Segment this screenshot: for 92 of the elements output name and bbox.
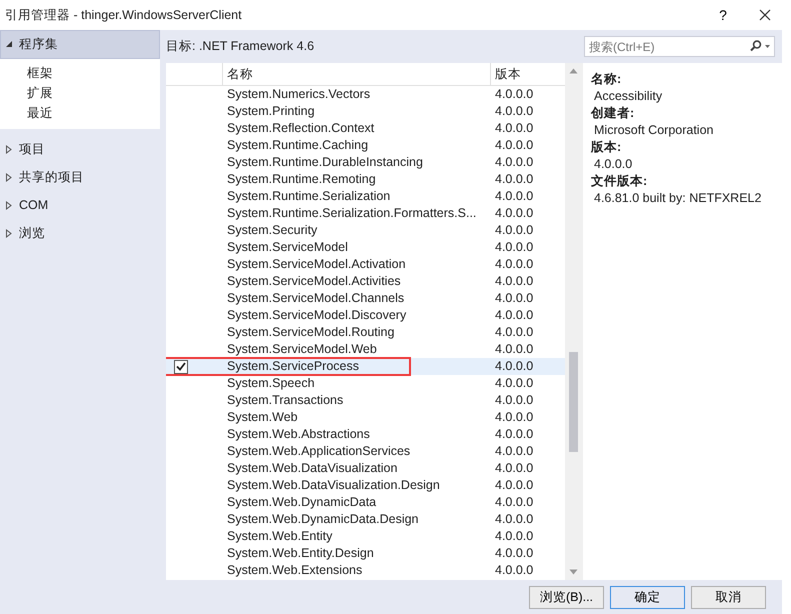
collapsed-triangle-icon[interactable]	[5, 200, 13, 210]
tree-item[interactable]: COM	[0, 191, 160, 219]
tree-item[interactable]: 程序集	[0, 30, 160, 59]
table-cell-text: System.ServiceModel.Discovery	[226, 307, 408, 324]
table-cell-text: 4.0.0.0	[494, 545, 534, 562]
table-cell-text: 4.0.0.0	[494, 188, 534, 205]
detail-value: 4.0.0.0	[593, 156, 634, 173]
checkmark-icon	[176, 362, 186, 371]
table-cell-text: System.Web.ApplicationServices	[226, 443, 412, 460]
table-cell-text: 4.0.0.0	[494, 239, 534, 256]
help-button[interactable]: ?	[708, 0, 738, 30]
table-cell-text: 4.0.0.0	[494, 443, 534, 460]
window-title: 引用管理器 - thinger.WindowsServerClient	[5, 6, 243, 24]
table-cell-text: 4.0.0.0	[494, 137, 534, 154]
table-cell-text: 4.0.0.0	[494, 460, 534, 477]
table-cell-text: System.Numerics.Vectors	[226, 86, 372, 103]
table-cell-text: System.Web.DynamicData.Design	[226, 511, 420, 528]
table-cell-text: System.Web	[226, 409, 299, 426]
collapsed-triangle-icon[interactable]	[5, 228, 13, 238]
table-cell-text: System.ServiceProcess	[226, 358, 360, 375]
table-cell-text: 4.0.0.0	[494, 222, 534, 239]
dialog-button[interactable]: 确定	[610, 586, 685, 608]
table-cell-text: 4.0.0.0	[494, 358, 534, 375]
table-cell-text: 4.0.0.0	[494, 511, 534, 528]
table-cell-text: System.Web.DataVisualization	[226, 460, 398, 477]
table-cell-text: System.Web.Extensions	[226, 562, 364, 579]
tree-item[interactable]: 项目	[0, 135, 160, 163]
table-cell-text: 4.0.0.0	[494, 171, 534, 188]
detail-label: 创建者:	[591, 105, 636, 122]
table-cell-text: System.Web.Abstractions	[226, 426, 371, 443]
table-cell-text: System.Runtime.Serialization.Formatters.S...	[226, 205, 478, 222]
table-cell-text: 4.0.0.0	[494, 103, 534, 120]
table-cell-text: 4.0.0.0	[494, 494, 534, 511]
scrollbar[interactable]	[565, 63, 583, 580]
table-cell-text: 4.0.0.0	[494, 375, 534, 392]
table-cell-text: System.ServiceModel.Activation	[226, 256, 407, 273]
table-cell-text: System.Web.Entity	[226, 528, 334, 545]
table-cell-text: 4.0.0.0	[494, 426, 534, 443]
table-cell-text: System.Reflection.Context	[226, 120, 376, 137]
table-cell-text: System.ServiceModel.Channels	[226, 290, 406, 307]
table-cell-text: 4.0.0.0	[494, 273, 534, 290]
table-cell-text: 4.0.0.0	[494, 528, 534, 545]
detail-value: Accessibility	[593, 88, 664, 105]
table-cell-text: System.Printing	[226, 103, 316, 120]
tree-item[interactable]: 共享的项目	[0, 163, 160, 191]
table-cell-text: 4.0.0.0	[494, 290, 534, 307]
table-cell-text: 4.0.0.0	[494, 205, 534, 222]
table-cell-text: 4.0.0.0	[494, 154, 534, 171]
table-cell-text: System.Runtime.Serialization	[226, 188, 392, 205]
close-icon	[759, 9, 771, 21]
tree-item[interactable]: 浏览	[0, 219, 160, 247]
search-field[interactable]: 搜索(Ctrl+E)	[584, 36, 775, 57]
scrollbar-thumb[interactable]	[569, 352, 578, 452]
table-cell-text: 4.0.0.0	[494, 256, 534, 273]
detail-label: 名称:	[591, 71, 622, 88]
table-cell-text: System.Runtime.Remoting	[226, 171, 377, 188]
table-cell-text: 4.0.0.0	[494, 307, 534, 324]
detail-value: Microsoft Corporation	[593, 122, 714, 139]
checkbox[interactable]	[174, 360, 188, 374]
table-cell-text: System.Runtime.Caching	[226, 137, 370, 154]
table-cell-text: System.ServiceModel.Activities	[226, 273, 402, 290]
table-cell-text: System.Transactions	[226, 392, 344, 409]
table-cell-text: System.ServiceModel.Routing	[226, 324, 396, 341]
table-cell-text: 4.0.0.0	[494, 562, 534, 579]
table-cell-text: System.Runtime.DurableInstancing	[226, 154, 424, 171]
target-framework-label: 目标: .NET Framework 4.6	[166, 38, 316, 55]
table-cell-text: 4.0.0.0	[494, 86, 534, 103]
table-cell-text: System.ServiceModel	[226, 239, 349, 256]
table-cell-text: System.Speech	[226, 375, 316, 392]
tree-item[interactable]: 扩展	[0, 83, 160, 103]
dialog-button[interactable]: 浏览(B)...	[529, 586, 604, 608]
table-cell-text: 4.0.0.0	[494, 409, 534, 426]
collapsed-triangle-icon[interactable]	[5, 172, 13, 182]
table-cell-text: 4.0.0.0	[494, 120, 534, 137]
expanded-triangle-icon[interactable]	[5, 40, 13, 49]
table-cell-text: 4.0.0.0	[494, 341, 534, 358]
table-cell-text: 4.0.0.0	[494, 477, 534, 494]
detail-label: 版本:	[591, 139, 622, 156]
collapsed-triangle-icon[interactable]	[5, 144, 13, 154]
table-cell-text: System.ServiceModel.Web	[226, 341, 378, 358]
table-cell-text: 4.0.0.0	[494, 324, 534, 341]
detail-label: 文件版本:	[591, 173, 648, 190]
table-cell-text: 4.0.0.0	[494, 392, 534, 409]
table-cell-text: System.Web.DataVisualization.Design	[226, 477, 441, 494]
detail-value: 4.6.81.0 built by: NETFXREL2	[593, 190, 762, 207]
table-cell-text: System.Security	[226, 222, 318, 239]
table-cell-text: System.Web.Entity.Design	[226, 545, 375, 562]
column-header[interactable]: 名称	[222, 63, 490, 85]
tree-item[interactable]: 最近	[0, 103, 160, 123]
dialog-button[interactable]: 取消	[691, 586, 766, 608]
table-cell-text: System.Web.DynamicData	[226, 494, 378, 511]
tree-item[interactable]: 框架	[0, 63, 160, 83]
